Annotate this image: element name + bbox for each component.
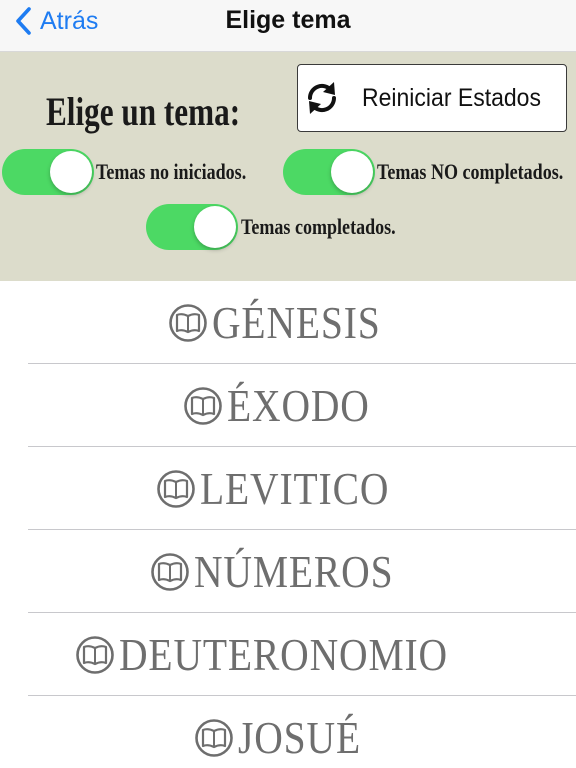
reset-states-label: Reiniciar Estados (362, 83, 541, 112)
toggle-not-completed[interactable] (283, 149, 375, 195)
toggle-not-started-label: Temas no iniciados. (96, 159, 247, 184)
refresh-icon (307, 82, 337, 114)
page-title: Elige tema (225, 6, 351, 34)
list-item-josue[interactable]: JOSUÉ (0, 696, 576, 768)
filter-panel: Elige un tema: Reiniciar Estados Temas n… (0, 52, 576, 281)
book-icon (75, 635, 114, 674)
reset-states-button[interactable]: Reiniciar Estados (297, 64, 567, 132)
book-name: DEUTERONOMIO (118, 629, 448, 680)
toggle-completed-label: Temas completados. (241, 214, 396, 239)
book-name: ÉXODO (227, 380, 370, 431)
navigation-bar: Atrás Elige tema (0, 0, 576, 52)
toggle-completed[interactable] (146, 204, 238, 250)
list-item-deuteronomio[interactable]: DEUTERONOMIO (0, 613, 576, 696)
list-item-numeros[interactable]: NÚMEROS (0, 530, 576, 613)
book-icon (195, 718, 234, 757)
book-name: JOSUÉ (238, 712, 362, 763)
book-name: NÚMEROS (194, 546, 394, 597)
list-item-exodo[interactable]: ÉXODO (0, 364, 576, 447)
panel-heading: Elige un tema: (46, 89, 241, 134)
book-name: LEVITICO (199, 463, 390, 514)
list-item-genesis[interactable]: GÉNESIS (0, 281, 576, 364)
list-item-levitico[interactable]: LEVITICO (0, 447, 576, 530)
toggle-knob (194, 206, 236, 248)
book-name: GÉNESIS (211, 297, 381, 348)
book-icon (184, 386, 222, 425)
book-icon (169, 303, 207, 342)
toggle-knob (50, 151, 92, 193)
toggle-not-completed-label: Temas NO completados. (377, 159, 564, 184)
toggle-not-started[interactable] (2, 149, 94, 195)
book-icon (157, 469, 195, 508)
toggle-knob (331, 151, 373, 193)
book-icon (151, 552, 189, 591)
book-list: GÉNESIS ÉXODO LEVITICO NÚMEROS DEUTERONO… (0, 281, 576, 768)
